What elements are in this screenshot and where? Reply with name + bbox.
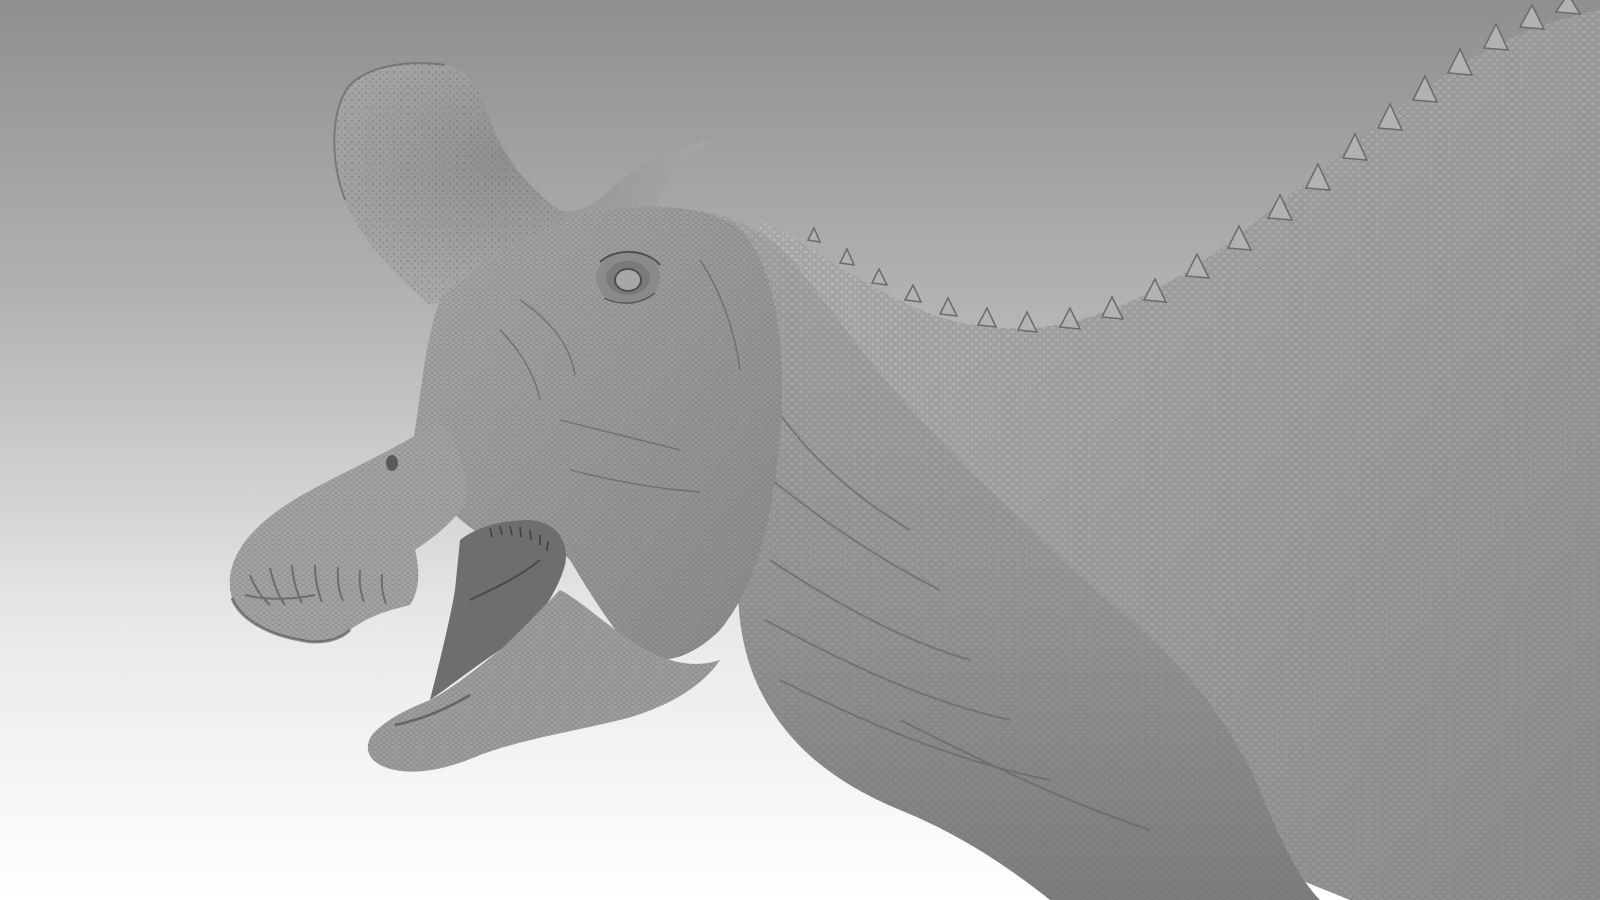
sculpt-render (0, 0, 1600, 900)
nostril (386, 455, 398, 471)
eye (596, 250, 661, 304)
render-viewport (0, 0, 1600, 900)
